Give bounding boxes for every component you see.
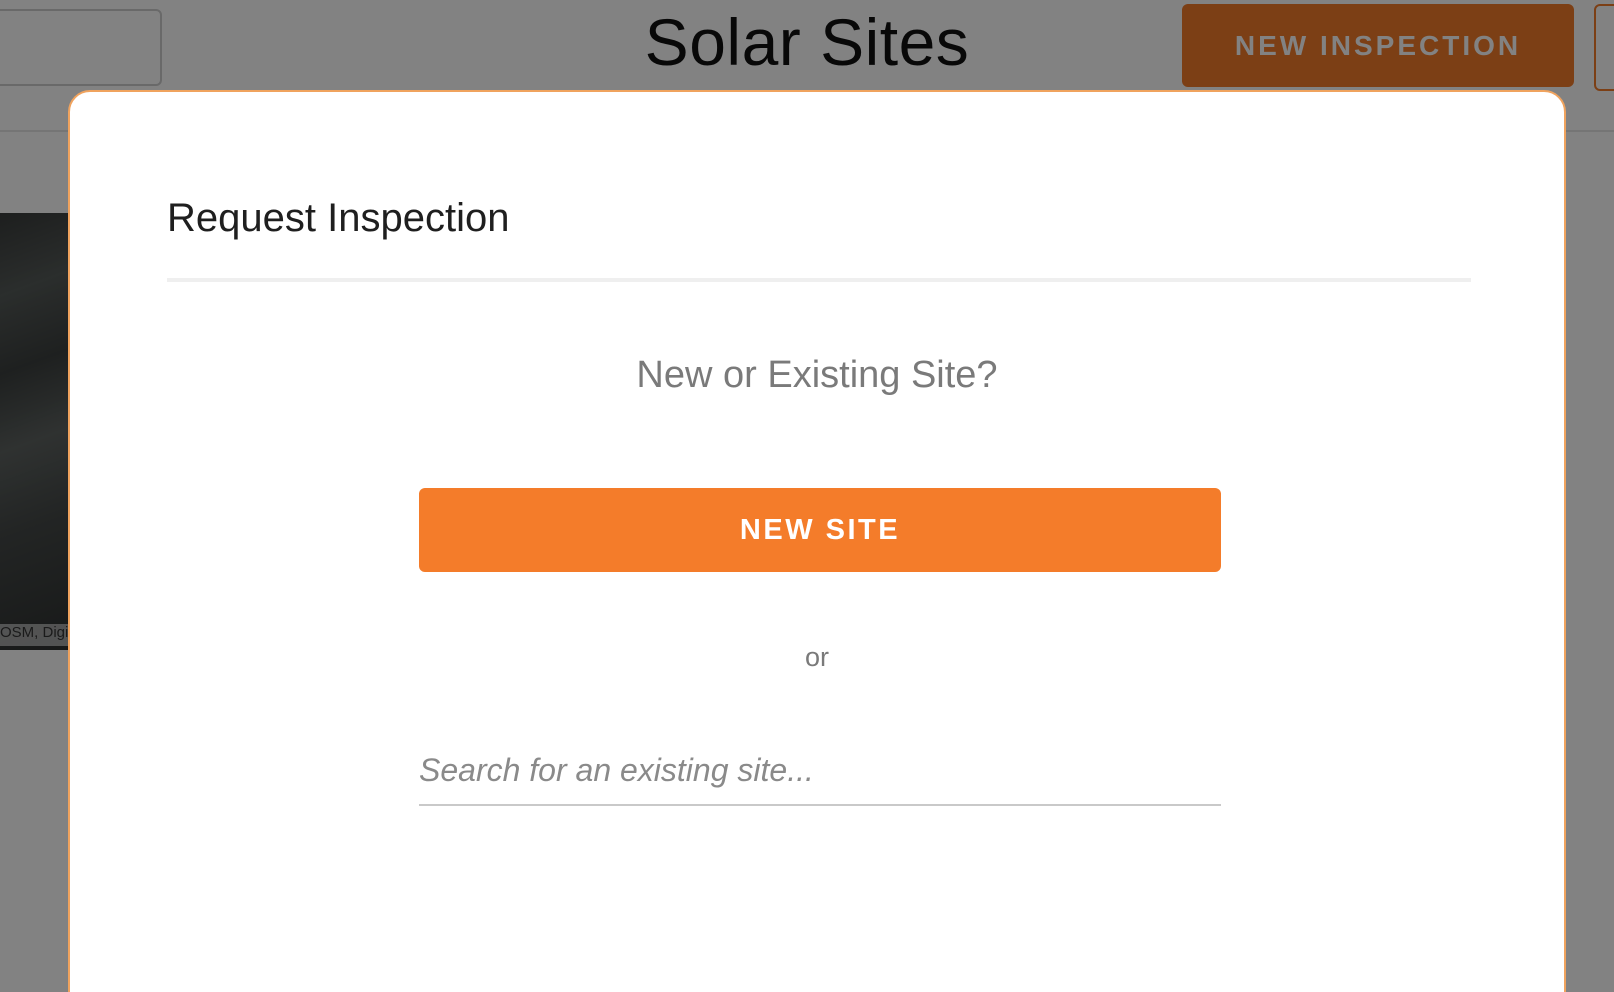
modal-divider bbox=[167, 278, 1471, 282]
request-inspection-modal: Request Inspection New or Existing Site?… bbox=[68, 90, 1566, 992]
existing-site-search-input[interactable] bbox=[419, 736, 1221, 806]
new-site-button[interactable]: NEW SITE bbox=[419, 488, 1221, 572]
or-separator: or bbox=[804, 642, 829, 672]
site-choice-question: New or Existing Site? bbox=[636, 354, 998, 396]
modal-title: Request Inspection bbox=[167, 196, 510, 240]
